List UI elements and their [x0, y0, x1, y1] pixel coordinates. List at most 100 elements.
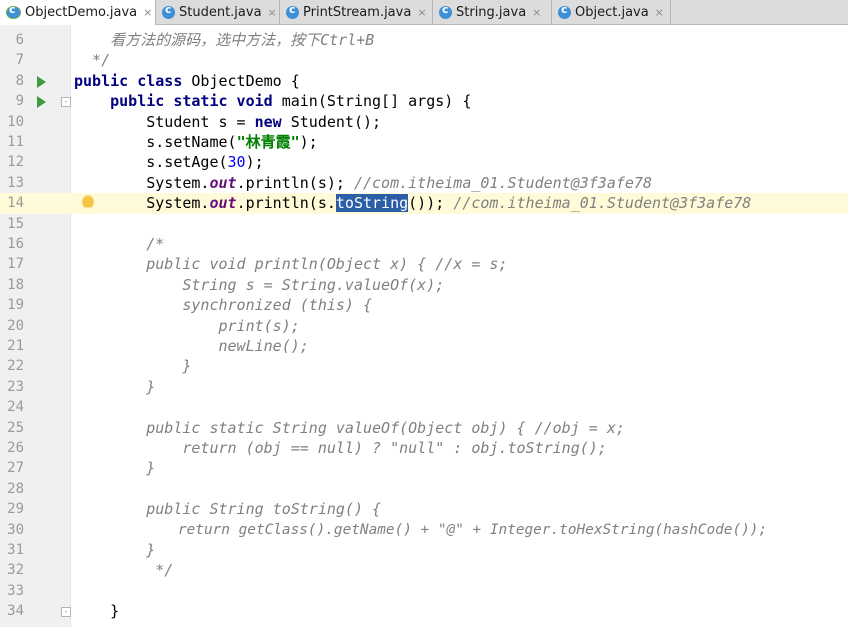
- tab-label: Object.java: [575, 4, 649, 20]
- line-number: 12: [7, 154, 24, 171]
- code-line: 17 public void println(Object x) { //x =…: [0, 254, 848, 274]
- line-number: 34: [7, 603, 24, 620]
- keyword: public static void: [74, 92, 273, 111]
- tab-label: String.java: [456, 4, 527, 20]
- comment: synchronized (this) {: [74, 296, 373, 315]
- code-line: 28: [0, 479, 848, 499]
- code-line: 25 public static String valueOf(Object o…: [0, 418, 848, 438]
- comment: return (obj == null) ? "null" : obj.toSt…: [74, 439, 607, 457]
- line-number: 9: [15, 93, 24, 110]
- line-number: 6: [15, 32, 24, 48]
- fold-icon[interactable]: -: [61, 97, 71, 108]
- static-field: out: [209, 194, 237, 213]
- fold-icon[interactable]: -: [61, 607, 71, 618]
- line-number: 17: [7, 256, 24, 273]
- line-number: 32: [7, 562, 24, 579]
- tab-printstream-java[interactable]: PrintStream.java ×: [280, 0, 433, 24]
- code-segment: .println(s);: [236, 173, 354, 192]
- code-line: 11 s.setName("林青霞");: [0, 132, 848, 152]
- code-line: 18 String s = String.valueOf(x);: [0, 275, 848, 295]
- code-line: 26 return (obj == null) ? "null" : obj.t…: [0, 438, 848, 458]
- code-line: 15: [0, 214, 848, 234]
- class-icon: [439, 3, 452, 19]
- line-number: 10: [7, 113, 24, 130]
- comment: }: [74, 377, 156, 396]
- comment: public String toString() {: [74, 500, 382, 519]
- comment: //com.itheima_01.Student@3f3afe78: [453, 194, 752, 213]
- code-line: 7 */: [0, 50, 848, 70]
- tab-string-java[interactable]: String.java ×: [433, 0, 552, 24]
- line-number: 25: [7, 419, 24, 436]
- comment: }: [74, 357, 192, 376]
- code-line: 19 synchronized (this) {: [0, 295, 848, 315]
- line-number: 26: [7, 440, 24, 456]
- code-segment: Student s =: [74, 112, 255, 131]
- code-segment: main(String[] args) {: [272, 92, 472, 111]
- code-segment: ());: [408, 194, 454, 213]
- code-segment: System.: [74, 194, 210, 213]
- close-icon[interactable]: ×: [532, 6, 541, 19]
- comment: public static String valueOf(Object obj)…: [74, 418, 625, 437]
- class-icon: [286, 3, 299, 19]
- line-number: 31: [7, 542, 24, 558]
- code-line-current: 14 System.out.println(s.toString()); //c…: [0, 193, 848, 214]
- code-line: 10 Student s = new Student();: [0, 112, 848, 132]
- code-segment: s.setName(: [74, 133, 237, 151]
- run-icon[interactable]: [37, 96, 46, 109]
- code-line: 23 }: [0, 377, 848, 397]
- code-line: 27 }: [0, 458, 848, 478]
- line-number: 19: [7, 297, 24, 314]
- line-number: 15: [7, 215, 24, 232]
- code-segment: ObjectDemo {: [182, 71, 300, 90]
- tab-student-java[interactable]: Student.java ×: [156, 0, 280, 24]
- keyword: public class: [74, 71, 183, 90]
- code-text: 看方法的源码，选中方法，按下Ctrl+B: [74, 31, 375, 49]
- line-number: 28: [7, 480, 24, 497]
- code-line: 21 newLine();: [0, 336, 848, 356]
- code-line: 33: [0, 581, 848, 601]
- selected-text[interactable]: toString: [335, 194, 409, 213]
- code-line: 29 public String toString() {: [0, 499, 848, 519]
- code-segment: s.setAge(: [74, 153, 228, 172]
- comment: //com.itheima_01.Student@3f3afe78: [353, 173, 652, 192]
- comment: */: [74, 561, 174, 580]
- code-text: System.out.println(s.toString()); //com.…: [74, 193, 751, 213]
- code-editor[interactable]: 6 看方法的源码，选中方法，按下Ctrl+B 7 */ 8 public cla…: [0, 25, 848, 627]
- line-number: 20: [7, 317, 24, 334]
- code-line: 30 return getClass().getName() + "@" + I…: [0, 520, 848, 540]
- line-number: 33: [7, 582, 24, 599]
- code-segment: );: [245, 153, 264, 172]
- code-segment: System.: [74, 173, 210, 192]
- run-icon[interactable]: [37, 75, 46, 88]
- comment: }: [74, 541, 156, 559]
- code-line: 31 }: [0, 540, 848, 560]
- line-number: 27: [7, 460, 24, 477]
- static-field: out: [209, 173, 237, 192]
- code-text: s.setName("林青霞");: [74, 132, 317, 152]
- code-text: Student s = new Student();: [74, 112, 381, 132]
- tab-objectdemo-java[interactable]: ObjectDemo.java ×: [0, 0, 156, 25]
- close-icon[interactable]: ×: [268, 6, 277, 19]
- code-text: public static void main(String[] args) {: [74, 91, 471, 111]
- comment: /*: [74, 235, 165, 253]
- class-icon: [558, 3, 571, 19]
- close-icon[interactable]: ×: [143, 6, 152, 19]
- close-icon[interactable]: ×: [417, 6, 426, 19]
- number-literal: 30: [227, 153, 246, 172]
- code-text: */: [74, 51, 111, 70]
- comment: }: [74, 459, 156, 478]
- code-line: 24: [0, 397, 848, 417]
- code-text: s.setAge(30);: [74, 152, 264, 172]
- code-line: 6 看方法的源码，选中方法，按下Ctrl+B: [0, 30, 848, 50]
- line-number: 13: [7, 174, 24, 191]
- code-segment: Student();: [281, 112, 382, 131]
- comment: print(s);: [74, 316, 300, 335]
- line-number: 24: [7, 399, 24, 416]
- comment: newLine();: [74, 337, 309, 355]
- close-icon[interactable]: ×: [655, 6, 664, 19]
- tab-object-java[interactable]: Object.java ×: [552, 0, 671, 24]
- comment: String s = String.valueOf(x);: [74, 275, 445, 294]
- keyword: new: [254, 112, 282, 131]
- editor-tab-bar: ObjectDemo.java × Student.java × PrintSt…: [0, 0, 848, 25]
- line-number: 11: [7, 134, 24, 150]
